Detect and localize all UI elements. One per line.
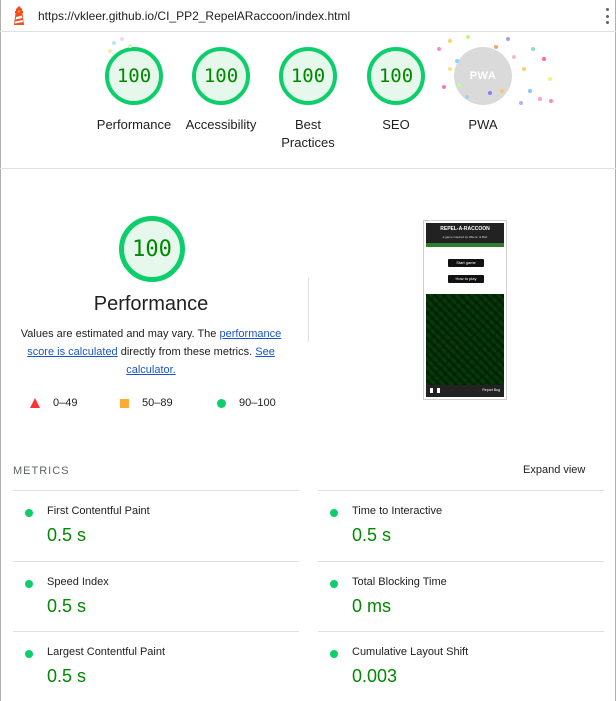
report-url[interactable]: https://vkleer.github.io/CI_PP2_RepelARa… <box>38 9 350 23</box>
metric-largest-contentful-paint: Largest Contentful Paint 0.5 s <box>13 633 293 701</box>
gauge-best-practices[interactable]: 100 Best Practices <box>263 47 353 152</box>
metric-value: 0.5 s <box>47 666 87 686</box>
final-screenshot-thumbnail[interactable]: REPEL-A-RACCOON a game inspired by Wile … <box>423 220 507 400</box>
gauge-seo[interactable]: 100 SEO <box>351 47 441 134</box>
kebab-menu-icon[interactable] <box>604 8 610 24</box>
metric-value: 0.003 <box>352 666 398 686</box>
metric-name: Cumulative Layout Shift <box>352 646 469 658</box>
gauge-score: 100 <box>192 47 250 105</box>
pass-circle-icon <box>25 509 33 517</box>
performance-description: Values are estimated and may vary. The p… <box>20 328 282 376</box>
metric-speed-index: Speed Index 0.5 s <box>13 563 293 633</box>
metric-name: Time to Interactive <box>352 505 443 517</box>
metric-name: Total Blocking Time <box>352 576 447 588</box>
gauge-accessibility[interactable]: 100 Accessibility <box>176 47 266 134</box>
pass-circle-icon <box>330 509 338 517</box>
pwa-badge-text: PWA <box>469 70 497 82</box>
metrics-heading: METRICS <box>13 465 70 477</box>
pass-circle-icon <box>330 580 338 588</box>
metric-name: Speed Index <box>47 576 109 588</box>
pass-circle-icon <box>330 650 338 658</box>
metric-first-contentful-paint: First Contentful Paint 0.5 s <box>13 492 293 562</box>
score-summary: 100 Performance 100 Accessibility 100 Be… <box>0 33 616 169</box>
divider <box>308 278 309 342</box>
gauge-score: 100 <box>105 47 163 105</box>
gauge-performance[interactable]: 100 Performance <box>89 47 179 134</box>
performance-title: Performance <box>93 293 209 315</box>
metric-cumulative-layout-shift: Cumulative Layout Shift 0.003 <box>318 633 598 701</box>
gauge-score: 100 <box>279 47 337 105</box>
fail-triangle-icon <box>30 398 40 408</box>
gauge-label: Performance <box>96 117 172 132</box>
gauge-label: PWA <box>468 117 498 132</box>
thumbnail-subtitle: a game inspired by Wile E. & Bob <box>442 235 488 239</box>
gauge-pwa[interactable]: PWA PWA <box>438 47 528 134</box>
metric-name: First Contentful Paint <box>47 505 150 517</box>
thumbnail-header: REPEL-A-RACCOON a game inspired by Wile … <box>426 223 504 243</box>
thumbnail-social-icon <box>430 388 440 393</box>
gauge-label: SEO <box>382 117 410 132</box>
thumbnail-report-bug: Report Bug <box>482 388 500 392</box>
metric-total-blocking-time: Total Blocking Time 0 ms <box>318 563 598 633</box>
legend-average: 50–89 <box>120 396 173 410</box>
pwa-badge-icon: PWA <box>454 47 512 105</box>
pass-circle-icon <box>217 398 226 408</box>
pass-circle-icon <box>25 650 33 658</box>
metric-name: Largest Contentful Paint <box>47 646 166 658</box>
thumbnail-title: REPEL-A-RACCOON <box>440 226 490 232</box>
average-square-icon <box>120 398 129 408</box>
legend-pass: 90–100 <box>217 396 276 410</box>
lighthouse-icon <box>14 6 24 25</box>
expand-view-toggle[interactable]: Expand view <box>523 464 585 476</box>
metric-value: 0.5 s <box>352 525 392 545</box>
thumbnail-leaves-background <box>426 294 504 386</box>
gauge-label: Accessibility <box>185 117 257 132</box>
legend-fail: 0–49 <box>30 396 77 410</box>
gauge-score: 100 <box>367 47 425 105</box>
pass-circle-icon <box>25 580 33 588</box>
thumbnail-start-button: Start game <box>448 259 484 267</box>
thumbnail-footer: Report Bug <box>426 385 504 397</box>
metric-value: 0 ms <box>352 596 392 616</box>
gauge-label: Best Practices <box>281 117 335 150</box>
performance-gauge: 100 <box>119 216 185 282</box>
metric-value: 0.5 s <box>47 596 87 616</box>
thumbnail-how-button: How to play <box>448 275 484 283</box>
metric-time-to-interactive: Time to Interactive 0.5 s <box>318 492 598 562</box>
metric-value: 0.5 s <box>47 525 87 545</box>
url-bar: https://vkleer.github.io/CI_PP2_RepelARa… <box>0 0 616 32</box>
